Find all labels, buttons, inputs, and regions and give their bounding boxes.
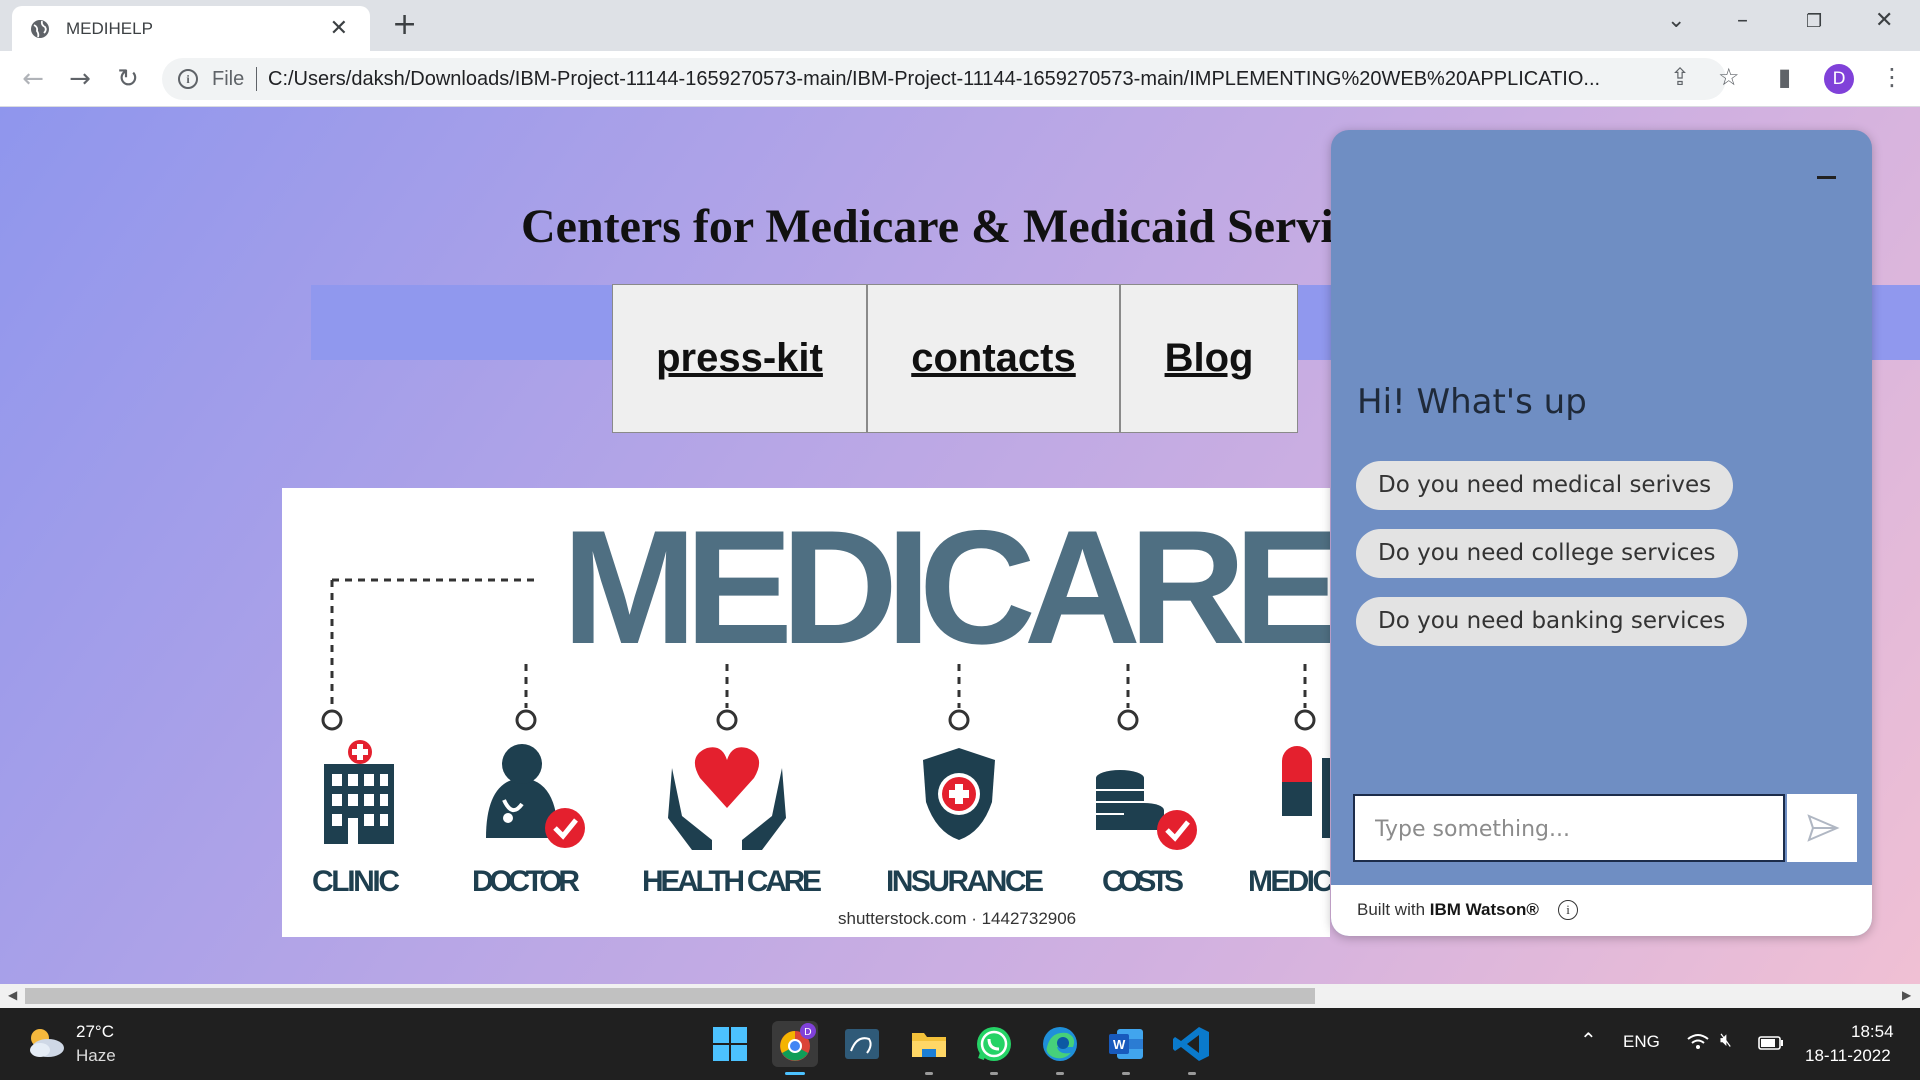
built-with-label: Built with IBM Watson® (1357, 900, 1539, 919)
option-banking-services[interactable]: Do you need banking services (1356, 597, 1748, 646)
insurance-icon (923, 748, 995, 840)
chat-greeting: Hi! What's up (1357, 382, 1587, 422)
address-bar[interactable]: i File C:/Users/daksh/Downloads/IBM-Proj… (162, 58, 1726, 100)
side-panel-icon[interactable]: ▮ (1778, 63, 1791, 91)
option-medical-services[interactable]: Do you need medical serives (1356, 461, 1734, 510)
whatsapp-indicator (990, 1072, 998, 1075)
horizontal-scrollbar[interactable]: ◀ ▶ (0, 984, 1920, 1008)
category-clinic: CLINIC (312, 865, 400, 898)
minimize-window-icon[interactable]: – (1737, 8, 1748, 33)
word-icon[interactable]: W (1103, 1021, 1149, 1067)
battery-icon[interactable] (1758, 1036, 1784, 1050)
word-indicator (1122, 1072, 1130, 1075)
site-info-icon[interactable]: i (178, 69, 198, 89)
banner-title: MEDICARE (562, 497, 1330, 678)
wifi-icon[interactable] (1686, 1032, 1710, 1052)
back-icon[interactable]: ← (16, 62, 50, 96)
chat-footer: Built with IBM Watson® i (1331, 885, 1872, 936)
chat-input-box[interactable] (1353, 794, 1785, 862)
language-indicator[interactable]: ENG (1623, 1032, 1660, 1052)
close-window-icon[interactable]: ✕ (1875, 8, 1893, 33)
forward-icon[interactable]: → (63, 62, 97, 96)
volume-muted-icon[interactable]: 🔇︎ (1720, 1030, 1732, 1052)
category-medic: MEDIC (1248, 865, 1330, 898)
tab-search-icon[interactable]: ⌄ (1667, 8, 1685, 33)
send-button[interactable] (1787, 794, 1857, 862)
chatbot-widget: Hi! What's up Do you need medical serive… (1331, 130, 1872, 936)
edge-indicator (1056, 1072, 1064, 1075)
weather-condition: Haze (76, 1046, 116, 1065)
scrollbar-thumb[interactable] (25, 988, 1315, 1004)
info-icon[interactable]: i (1558, 900, 1578, 920)
address-separator (256, 67, 257, 91)
svg-text:D: D (804, 1027, 812, 1038)
clinic-icon (324, 740, 394, 844)
tray-overflow-icon[interactable]: ⌃ (1580, 1028, 1597, 1053)
globe-icon (31, 20, 49, 38)
nav-link-press-kit[interactable]: press-kit (612, 284, 867, 433)
profile-avatar[interactable]: D (1824, 64, 1854, 94)
nav-link-contacts[interactable]: contacts (867, 284, 1120, 433)
restore-window-icon[interactable]: ❐ (1806, 11, 1822, 32)
reload-icon[interactable]: ↻ (111, 62, 145, 96)
tab-strip: MEDIHELP ✕ + ⌄ – ❐ ✕ (0, 0, 1920, 51)
tab-title: MEDIHELP (66, 19, 153, 38)
mysql-workbench-icon[interactable] (839, 1021, 885, 1067)
chrome-icon: D (780, 1023, 816, 1061)
edge-icon[interactable] (1037, 1021, 1083, 1067)
windows-start-icon[interactable] (707, 1021, 753, 1067)
page-heading: Centers for Medicare & Medicaid Services (521, 200, 1395, 253)
cloudy-weather-icon[interactable] (26, 1026, 66, 1060)
windows-taskbar: 27°C Haze D W ⌃ ENG 🔇︎ 18:54 18-11-2022 (0, 1008, 1920, 1080)
temperature: 27°C (76, 1022, 114, 1041)
chrome-taskbar-button[interactable]: D (772, 1021, 818, 1067)
bookmark-star-icon[interactable]: ☆ (1718, 63, 1740, 91)
category-health-care: HEALTH CARE (642, 865, 822, 898)
category-costs: COSTS (1102, 865, 1184, 898)
chrome-active-indicator (785, 1072, 805, 1075)
minimize-icon[interactable] (1817, 176, 1836, 179)
whatsapp-icon[interactable] (971, 1021, 1017, 1067)
address-scheme: File (212, 68, 245, 90)
page-content: Centers for Medicare & Medicaid Services… (0, 107, 1920, 984)
category-doctor: DOCTOR (472, 865, 580, 898)
svg-text:W: W (1113, 1037, 1126, 1052)
vscode-indicator (1188, 1072, 1196, 1075)
address-url[interactable]: C:/Users/daksh/Downloads/IBM-Project-111… (268, 68, 1798, 91)
file-explorer-icon[interactable] (906, 1021, 952, 1067)
new-tab-button[interactable]: + (392, 8, 417, 42)
medicare-illustration: MEDICARE CLINIC DOCTOR HEALTH CARE INSUR… (312, 497, 1330, 928)
scroll-left-icon[interactable]: ◀ (8, 988, 17, 1002)
clock-date[interactable]: 18-11-2022 (1805, 1046, 1891, 1066)
image-credit: shutterstock.com · 1442732906 (838, 909, 1076, 928)
explorer-indicator (925, 1072, 933, 1075)
browser-tab[interactable]: MEDIHELP ✕ (12, 6, 370, 51)
nav-link-blog[interactable]: Blog (1120, 284, 1298, 433)
send-icon (1807, 814, 1840, 842)
browser-toolbar: ← → ↻ i File C:/Users/daksh/Downloads/IB… (0, 51, 1920, 107)
costs-icon (1096, 770, 1197, 850)
share-icon[interactable]: ⇪ (1670, 63, 1690, 91)
doctor-icon (486, 744, 585, 848)
vscode-icon[interactable] (1169, 1021, 1215, 1067)
chat-input[interactable] (1375, 814, 1765, 844)
option-college-services[interactable]: Do you need college services (1356, 529, 1738, 578)
scroll-right-icon[interactable]: ▶ (1902, 988, 1911, 1002)
health-care-icon (668, 747, 786, 850)
category-insurance: INSURANCE (886, 865, 1044, 898)
menu-kebab-icon[interactable]: ⋮ (1880, 63, 1904, 91)
medicine-icon (1282, 746, 1330, 838)
medicare-banner-image: MEDICARE CLINIC DOCTOR HEALTH CARE INSUR… (282, 488, 1330, 937)
tab-close-icon[interactable]: ✕ (330, 16, 348, 41)
clock-time[interactable]: 18:54 (1851, 1022, 1894, 1042)
